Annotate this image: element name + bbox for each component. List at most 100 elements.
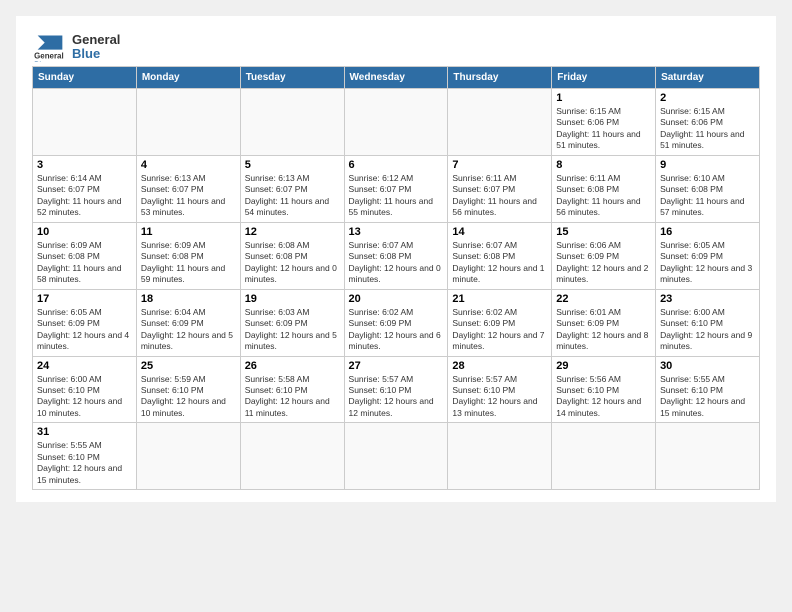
- day-number: 12: [245, 226, 340, 238]
- day-cell: [448, 89, 552, 156]
- day-info: Sunrise: 6:11 AM Sunset: 6:07 PM Dayligh…: [452, 173, 547, 219]
- day-cell: 11 Sunrise: 6:09 AM Sunset: 6:08 PM Dayli…: [136, 222, 240, 289]
- day-header-thursday: Thursday: [448, 67, 552, 89]
- day-number: 22: [556, 293, 651, 305]
- day-cell: [136, 423, 240, 490]
- day-cell: 3Sunrise: 6:14 AM Sunset: 6:07 PM Daylig…: [33, 155, 137, 222]
- day-number: 16: [660, 226, 755, 238]
- day-cell: [240, 423, 344, 490]
- week-row-4: 17 Sunrise: 6:05 AM Sunset: 6:09 PM Dayli…: [33, 289, 760, 356]
- calendar-table: SundayMondayTuesdayWednesdayThursdayFrid…: [32, 66, 760, 490]
- day-cell: [33, 89, 137, 156]
- day-cell: 6 Sunrise: 6:12 AM Sunset: 6:07 PM Daylig…: [344, 155, 448, 222]
- day-number: 18: [141, 293, 236, 305]
- calendar-page: General Blue General Blue SundayMondayTu…: [16, 16, 776, 502]
- day-info: Sunrise: 6:14 AM Sunset: 6:07 PM Dayligh…: [37, 173, 132, 219]
- day-info: Sunrise: 6:03 AM Sunset: 6:09 PM Dayligh…: [245, 307, 340, 353]
- day-header-wednesday: Wednesday: [344, 67, 448, 89]
- day-number: 20: [349, 293, 444, 305]
- day-info: Sunrise: 6:00 AM Sunset: 6:10 PM Dayligh…: [37, 374, 132, 420]
- day-cell: 10 Sunrise: 6:09 AM Sunset: 6:08 PM Dayli…: [33, 222, 137, 289]
- day-info: Sunrise: 6:09 AM Sunset: 6:08 PM Dayligh…: [141, 240, 236, 286]
- day-cell: 5 Sunrise: 6:13 AM Sunset: 6:07 PM Daylig…: [240, 155, 344, 222]
- day-info: Sunrise: 6:05 AM Sunset: 6:09 PM Dayligh…: [660, 240, 755, 286]
- day-header-sunday: Sunday: [33, 67, 137, 89]
- day-number: 28: [452, 360, 547, 372]
- day-number: 5: [245, 159, 340, 171]
- day-cell: [344, 89, 448, 156]
- day-header-saturday: Saturday: [656, 67, 760, 89]
- day-number: 17: [37, 293, 132, 305]
- day-info: Sunrise: 6:00 AM Sunset: 6:10 PM Dayligh…: [660, 307, 755, 353]
- day-info: Sunrise: 6:07 AM Sunset: 6:08 PM Dayligh…: [349, 240, 444, 286]
- day-info: Sunrise: 6:05 AM Sunset: 6:09 PM Dayligh…: [37, 307, 132, 353]
- day-info: Sunrise: 6:02 AM Sunset: 6:09 PM Dayligh…: [452, 307, 547, 353]
- day-info: Sunrise: 5:56 AM Sunset: 6:10 PM Dayligh…: [556, 374, 651, 420]
- day-cell: 30 Sunrise: 5:55 AM Sunset: 6:10 PM Dayli…: [656, 356, 760, 423]
- day-info: Sunrise: 5:59 AM Sunset: 6:10 PM Dayligh…: [141, 374, 236, 420]
- day-number: 2: [660, 92, 755, 104]
- day-info: Sunrise: 5:57 AM Sunset: 6:10 PM Dayligh…: [349, 374, 444, 420]
- day-info: Sunrise: 6:09 AM Sunset: 6:08 PM Dayligh…: [37, 240, 132, 286]
- day-cell: 4 Sunrise: 6:13 AM Sunset: 6:07 PM Daylig…: [136, 155, 240, 222]
- day-number: 14: [452, 226, 547, 238]
- day-cell: 12 Sunrise: 6:08 AM Sunset: 6:08 PM Dayli…: [240, 222, 344, 289]
- week-row-2: 3Sunrise: 6:14 AM Sunset: 6:07 PM Daylig…: [33, 155, 760, 222]
- day-cell: 29 Sunrise: 5:56 AM Sunset: 6:10 PM Dayli…: [552, 356, 656, 423]
- day-info: Sunrise: 6:13 AM Sunset: 6:07 PM Dayligh…: [141, 173, 236, 219]
- week-row-3: 10 Sunrise: 6:09 AM Sunset: 6:08 PM Dayli…: [33, 222, 760, 289]
- day-cell: 24 Sunrise: 6:00 AM Sunset: 6:10 PM Dayli…: [33, 356, 137, 423]
- day-number: 26: [245, 360, 340, 372]
- day-number: 24: [37, 360, 132, 372]
- day-cell: 19 Sunrise: 6:03 AM Sunset: 6:09 PM Dayli…: [240, 289, 344, 356]
- day-info: Sunrise: 6:13 AM Sunset: 6:07 PM Dayligh…: [245, 173, 340, 219]
- day-info: Sunrise: 6:02 AM Sunset: 6:09 PM Dayligh…: [349, 307, 444, 353]
- day-cell: [448, 423, 552, 490]
- day-number: 11: [141, 226, 236, 238]
- day-cell: 9Sunrise: 6:10 AM Sunset: 6:08 PM Daylig…: [656, 155, 760, 222]
- week-row-6: 31Sunrise: 5:55 AM Sunset: 6:10 PM Dayli…: [33, 423, 760, 490]
- day-number: 7: [452, 159, 547, 171]
- day-number: 4: [141, 159, 236, 171]
- day-number: 27: [349, 360, 444, 372]
- day-info: Sunrise: 6:08 AM Sunset: 6:08 PM Dayligh…: [245, 240, 340, 286]
- day-cell: 8 Sunrise: 6:11 AM Sunset: 6:08 PM Daylig…: [552, 155, 656, 222]
- day-info: Sunrise: 5:55 AM Sunset: 6:10 PM Dayligh…: [37, 440, 132, 486]
- day-number: 6: [349, 159, 444, 171]
- day-cell: 21Sunrise: 6:02 AM Sunset: 6:09 PM Dayli…: [448, 289, 552, 356]
- day-header-friday: Friday: [552, 67, 656, 89]
- day-header-monday: Monday: [136, 67, 240, 89]
- day-cell: 7 Sunrise: 6:11 AM Sunset: 6:07 PM Daylig…: [448, 155, 552, 222]
- day-info: Sunrise: 5:55 AM Sunset: 6:10 PM Dayligh…: [660, 374, 755, 420]
- day-cell: [552, 423, 656, 490]
- day-number: 1: [556, 92, 651, 104]
- day-cell: 26 Sunrise: 5:58 AM Sunset: 6:10 PM Dayli…: [240, 356, 344, 423]
- day-info: Sunrise: 6:15 AM Sunset: 6:06 PM Dayligh…: [660, 106, 755, 152]
- day-number: 8: [556, 159, 651, 171]
- day-number: 10: [37, 226, 132, 238]
- day-number: 29: [556, 360, 651, 372]
- day-info: Sunrise: 5:58 AM Sunset: 6:10 PM Dayligh…: [245, 374, 340, 420]
- day-header-row: SundayMondayTuesdayWednesdayThursdayFrid…: [33, 67, 760, 89]
- day-number: 30: [660, 360, 755, 372]
- week-row-1: 1 Sunrise: 6:15 AM Sunset: 6:06 PM Daylig…: [33, 89, 760, 156]
- day-cell: 15 Sunrise: 6:06 AM Sunset: 6:09 PM Dayli…: [552, 222, 656, 289]
- day-cell: 17 Sunrise: 6:05 AM Sunset: 6:09 PM Dayli…: [33, 289, 137, 356]
- day-number: 15: [556, 226, 651, 238]
- day-info: Sunrise: 6:04 AM Sunset: 6:09 PM Dayligh…: [141, 307, 236, 353]
- day-info: Sunrise: 5:57 AM Sunset: 6:10 PM Dayligh…: [452, 374, 547, 420]
- day-cell: 23Sunrise: 6:00 AM Sunset: 6:10 PM Dayli…: [656, 289, 760, 356]
- day-cell: 25 Sunrise: 5:59 AM Sunset: 6:10 PM Dayli…: [136, 356, 240, 423]
- week-row-5: 24 Sunrise: 6:00 AM Sunset: 6:10 PM Dayli…: [33, 356, 760, 423]
- svg-text:Blue: Blue: [34, 60, 50, 62]
- day-cell: 22 Sunrise: 6:01 AM Sunset: 6:09 PM Dayli…: [552, 289, 656, 356]
- day-number: 19: [245, 293, 340, 305]
- day-info: Sunrise: 6:06 AM Sunset: 6:09 PM Dayligh…: [556, 240, 651, 286]
- day-info: Sunrise: 6:11 AM Sunset: 6:08 PM Dayligh…: [556, 173, 651, 219]
- day-info: Sunrise: 6:10 AM Sunset: 6:08 PM Dayligh…: [660, 173, 755, 219]
- day-info: Sunrise: 6:01 AM Sunset: 6:09 PM Dayligh…: [556, 307, 651, 353]
- day-info: Sunrise: 6:12 AM Sunset: 6:07 PM Dayligh…: [349, 173, 444, 219]
- day-cell: [136, 89, 240, 156]
- day-cell: 31Sunrise: 5:55 AM Sunset: 6:10 PM Dayli…: [33, 423, 137, 490]
- day-number: 25: [141, 360, 236, 372]
